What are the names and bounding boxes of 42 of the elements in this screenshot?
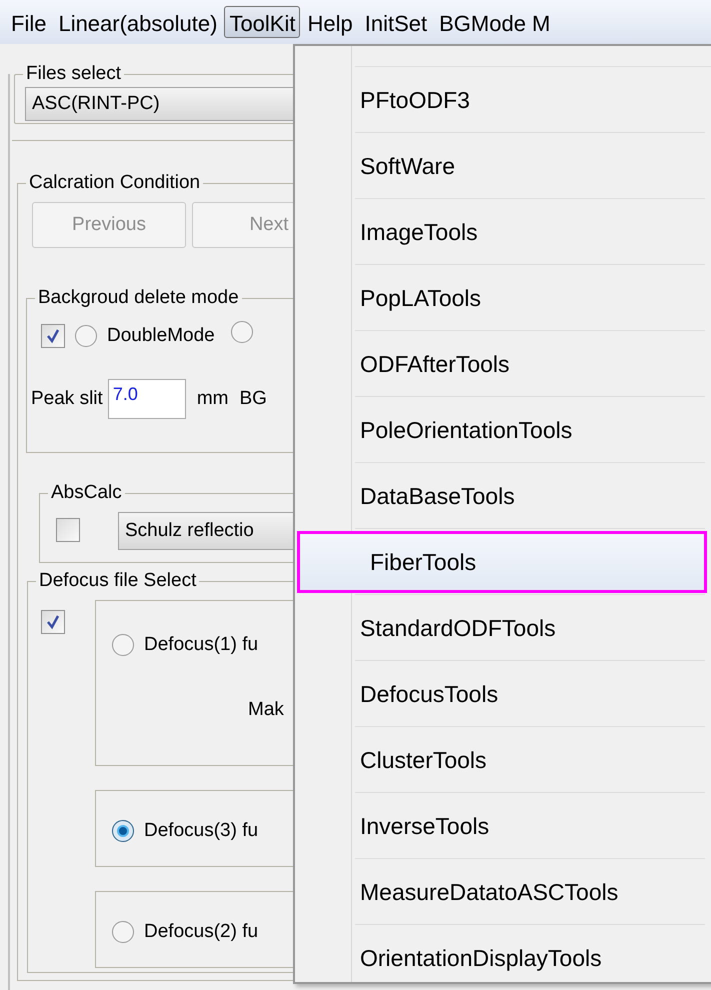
menu-item[interactable]: InverseTools xyxy=(297,795,707,857)
field-label: BG xyxy=(239,386,267,411)
radio-button[interactable] xyxy=(230,321,253,343)
radio-button[interactable] xyxy=(75,325,97,347)
check-icon xyxy=(45,614,61,630)
menu-item[interactable]: ODFAfterTools xyxy=(297,333,707,395)
menu-item[interactable]: ToolKit xyxy=(224,6,300,38)
menu-item[interactable]: StandardODFTools xyxy=(297,597,707,659)
radio-button[interactable] xyxy=(112,921,134,944)
checkbox[interactable] xyxy=(41,610,65,634)
menu-item[interactable]: InitSet xyxy=(360,6,432,38)
group-title: Backgroud delete mode xyxy=(35,286,242,310)
menu-item[interactable]: FiberTools xyxy=(297,531,707,593)
check-icon xyxy=(45,328,61,344)
menu-item[interactable]: PopLATools xyxy=(297,267,707,329)
menu-item[interactable]: ClusterTools xyxy=(297,729,707,791)
menu-item[interactable]: BGMode M xyxy=(434,6,556,38)
menu-item[interactable]: Help xyxy=(302,6,358,38)
radio-label: DoubleMode xyxy=(107,324,215,348)
menu-item[interactable]: ImageTools xyxy=(297,201,707,263)
radio-button[interactable] xyxy=(112,634,134,656)
field-label: Peak slit xyxy=(31,386,103,411)
menu-item[interactable]: PoleOrientationTools xyxy=(297,399,707,461)
unit-label: mm xyxy=(196,386,228,411)
checkbox[interactable] xyxy=(56,518,80,542)
menu-item[interactable]: DataBaseTools xyxy=(297,465,707,527)
menu-item[interactable]: OrientationDisplayTools xyxy=(297,927,707,989)
radio-label: Defocus(1) fu xyxy=(144,633,258,657)
menu-item[interactable]: File xyxy=(6,6,52,38)
menu-item[interactable]: DefocusTools xyxy=(297,663,707,725)
radio-label: Defocus(3) fu xyxy=(144,819,258,843)
menu-item[interactable]: PFtoODF3 xyxy=(297,69,707,131)
menu-item[interactable]: SoftWare xyxy=(297,135,707,197)
menu-item[interactable]: MeasureDatatoASCTools xyxy=(297,861,707,923)
abscalc-dropdown[interactable]: Schulz reflectio xyxy=(118,512,293,550)
files-dropdown[interactable]: ASC(RINT-PC) xyxy=(25,87,293,121)
note-label: Mak xyxy=(248,698,284,720)
radio-button[interactable] xyxy=(112,820,134,842)
menu-item[interactable]: Linear(absolute) xyxy=(53,6,222,38)
radio-label: Defocus(2) fu xyxy=(144,920,258,944)
checkbox[interactable] xyxy=(41,324,65,348)
peak-slit-field[interactable]: 7.0 xyxy=(108,379,186,419)
